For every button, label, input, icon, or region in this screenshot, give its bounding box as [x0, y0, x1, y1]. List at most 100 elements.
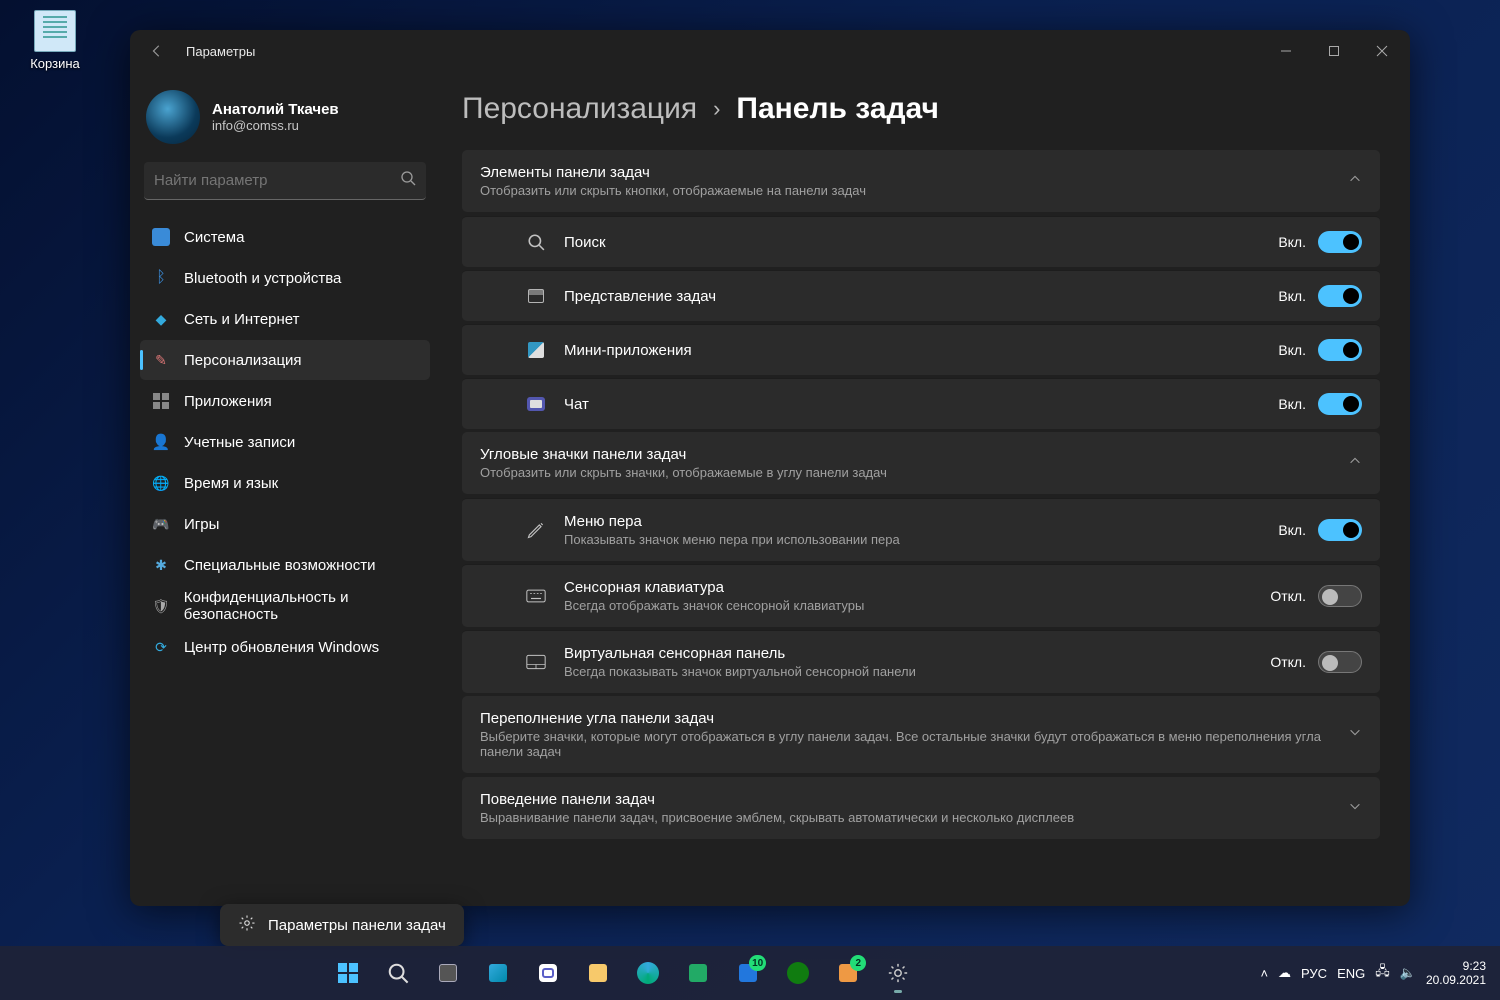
tray-clock[interactable]: 9:23 20.09.2021 — [1426, 959, 1486, 988]
widgets-button[interactable] — [476, 951, 520, 995]
section-title: Переполнение угла панели задач — [480, 710, 1348, 727]
user-block[interactable]: Анатолий Ткачев info@comss.ru — [136, 80, 434, 162]
start-button[interactable] — [326, 951, 370, 995]
toggle-state-label: Откл. — [1270, 588, 1306, 604]
task-view-button[interactable] — [426, 951, 470, 995]
touchkbd-icon — [508, 588, 564, 604]
taskbar-search-button[interactable] — [376, 951, 420, 995]
avatar — [146, 90, 200, 144]
nav-item-label: Сеть и Интернет — [184, 311, 300, 328]
maximize-icon — [1328, 45, 1340, 57]
toggle-search[interactable] — [1318, 231, 1362, 253]
section-header-corner[interactable]: Угловые значки панели задач Отобразить и… — [462, 432, 1380, 494]
desktop-icon-recycle-bin[interactable]: Корзина — [20, 10, 90, 71]
tray-time: 9:23 — [1426, 959, 1486, 973]
accounts-icon: 👤 — [152, 433, 170, 451]
setting-row-chat: Чат Вкл. — [462, 378, 1380, 429]
close-button[interactable] — [1358, 33, 1406, 69]
tips-button[interactable]: 10 — [726, 951, 770, 995]
folder-icon — [589, 964, 607, 982]
user-email: info@comss.ru — [212, 118, 339, 133]
minimize-button[interactable] — [1262, 33, 1310, 69]
chat-icon — [508, 397, 564, 411]
network-icon[interactable]: 🖧 — [1375, 962, 1390, 984]
file-explorer-button[interactable] — [576, 951, 620, 995]
personalization-icon: ✎ — [152, 351, 170, 369]
section-header-behavior[interactable]: Поведение панели задач Выравнивание пане… — [462, 777, 1380, 839]
chat-button[interactable] — [526, 951, 570, 995]
setting-sublabel: Всегда показывать значок виртуальной сен… — [564, 664, 1270, 679]
setting-sublabel: Показывать значок меню пера при использо… — [564, 532, 1278, 547]
nav-item-personalization[interactable]: ✎Персонализация — [140, 340, 430, 380]
chevron-down-icon — [1348, 725, 1362, 744]
get-help-button[interactable]: 2 — [826, 951, 870, 995]
setting-label: Поиск — [564, 234, 1278, 251]
toggle-taskview[interactable] — [1318, 285, 1362, 307]
maximize-button[interactable] — [1310, 33, 1358, 69]
jumplist-taskbar-settings[interactable]: Параметры панели задач — [220, 904, 464, 946]
store-button[interactable] — [676, 951, 720, 995]
section-header-items[interactable]: Элементы панели задач Отобразить или скр… — [462, 150, 1380, 212]
settings-window: Параметры Анатолий Ткачев info@comss.ru — [130, 30, 1410, 906]
close-icon — [1376, 45, 1388, 57]
search-icon — [508, 233, 564, 251]
nav-item-bluetooth[interactable]: ᛒBluetooth и устройства — [140, 258, 430, 298]
nav-item-network[interactable]: ◆Сеть и Интернет — [140, 299, 430, 339]
nav-item-label: Центр обновления Windows — [184, 639, 379, 656]
search-icon — [387, 962, 409, 984]
section-header-overflow[interactable]: Переполнение угла панели задач Выберите … — [462, 696, 1380, 773]
toggle-touchpad[interactable] — [1318, 651, 1362, 673]
taskview-icon — [508, 289, 564, 303]
section-subtitle: Выравнивание панели задач, присвоение эм… — [480, 810, 1348, 825]
onedrive-icon[interactable]: ☁ — [1278, 965, 1291, 981]
nav-item-update[interactable]: ⟳Центр обновления Windows — [140, 627, 430, 667]
back-button[interactable] — [146, 40, 168, 62]
nav-item-system[interactable]: Система — [140, 217, 430, 257]
toggle-touchkbd[interactable] — [1318, 585, 1362, 607]
tray-lang1[interactable]: РУС — [1301, 966, 1327, 981]
chevron-down-icon — [1348, 799, 1362, 818]
tray-chevron-up-icon[interactable]: ˄ — [1260, 966, 1268, 981]
nav-item-label: Bluetooth и устройства — [184, 270, 341, 287]
setting-row-touchkbd: Сенсорная клавиатура Всегда отображать з… — [462, 564, 1380, 627]
nav-item-gaming[interactable]: 🎮Игры — [140, 504, 430, 544]
edge-button[interactable] — [626, 951, 670, 995]
breadcrumb: Персонализация › Панель задач — [462, 92, 1380, 126]
titlebar: Параметры — [130, 30, 1410, 72]
tray-lang2[interactable]: ENG — [1337, 966, 1365, 981]
taskview-icon — [439, 964, 457, 982]
nav-item-accessibility[interactable]: ✱Специальные возможности — [140, 545, 430, 585]
nav-item-apps[interactable]: Приложения — [140, 381, 430, 421]
breadcrumb-parent[interactable]: Персонализация — [462, 92, 697, 126]
nav-item-accounts[interactable]: 👤Учетные записи — [140, 422, 430, 462]
chevron-up-icon — [1348, 172, 1362, 191]
search-box[interactable] — [144, 162, 426, 200]
accessibility-icon: ✱ — [152, 556, 170, 574]
setting-sublabel: Всегда отображать значок сенсорной клави… — [564, 598, 1270, 613]
arrow-left-icon — [150, 44, 164, 58]
jumplist-label: Параметры панели задач — [268, 917, 446, 934]
search-input[interactable] — [154, 172, 400, 189]
widgets-icon — [508, 342, 564, 358]
section-title: Поведение панели задач — [480, 791, 1348, 808]
badge: 2 — [850, 955, 866, 971]
apps-icon — [152, 392, 170, 410]
section-subtitle: Выберите значки, которые могут отображат… — [480, 729, 1348, 759]
nav-item-privacy[interactable]: 🛡Конфиденциальность и безопасность — [140, 586, 430, 626]
section-taskbar-items: Элементы панели задач Отобразить или скр… — [462, 150, 1380, 212]
volume-icon[interactable]: 🔈 — [1400, 965, 1416, 981]
content-area: Персонализация › Панель задач Элементы п… — [440, 72, 1410, 906]
setting-label: Меню пера — [564, 513, 1278, 530]
setting-row-search: Поиск Вкл. — [462, 216, 1380, 267]
xbox-button[interactable] — [776, 951, 820, 995]
toggle-widgets[interactable] — [1318, 339, 1362, 361]
recycle-bin-label: Корзина — [20, 56, 90, 71]
recycle-bin-icon — [34, 10, 76, 52]
toggle-pen[interactable] — [1318, 519, 1362, 541]
settings-taskbar-button[interactable] — [876, 951, 920, 995]
nav-item-label: Система — [184, 229, 244, 246]
nav-item-time[interactable]: 🌐Время и язык — [140, 463, 430, 503]
toggle-state-label: Вкл. — [1278, 396, 1306, 412]
toggle-chat[interactable] — [1318, 393, 1362, 415]
nav-item-label: Приложения — [184, 393, 272, 410]
